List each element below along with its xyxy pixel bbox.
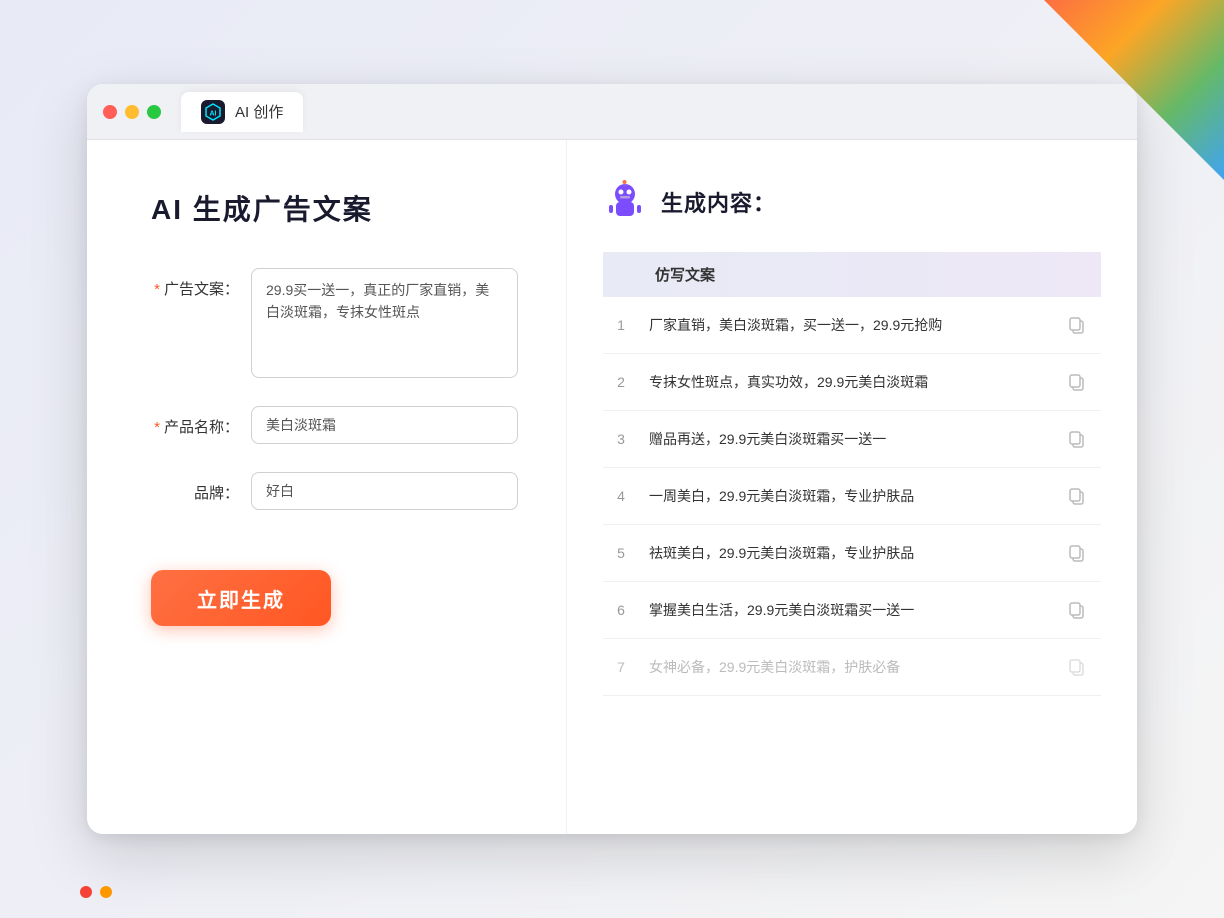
form-group-product-name: *产品名称： <box>151 406 518 444</box>
content-area: AI 生成广告文案 *广告文案： 29.9买一送一，真正的厂家直销，美白淡斑霜，… <box>87 140 1137 834</box>
required-star-ad-copy: * <box>154 281 160 298</box>
col-num-header <box>603 252 639 297</box>
copy-button[interactable] <box>1063 425 1091 453</box>
row-copy-text: 一周美白，29.9元美白淡斑霜，专业护肤品 <box>639 468 1053 525</box>
robot-icon <box>603 180 647 224</box>
label-brand: 品牌： <box>151 472 251 503</box>
table-row: 1 厂家直销，美白淡斑霜，买一送一，29.9元抢购 <box>603 297 1101 354</box>
page-title: AI 生成广告文案 <box>151 188 518 228</box>
svg-text:AI: AI <box>210 110 217 117</box>
right-title: 生成内容： <box>661 186 776 218</box>
row-copy-text: 祛斑美白，29.9元美白淡斑霜，专业护肤品 <box>639 525 1053 582</box>
table-row: 4 一周美白，29.9元美白淡斑霜，专业护肤品 <box>603 468 1101 525</box>
row-copy-text: 掌握美白生活，29.9元美白淡斑霜买一送一 <box>639 582 1053 639</box>
browser-tab[interactable]: AI AI 创作 <box>181 92 303 132</box>
generate-button[interactable]: 立即生成 <box>151 570 331 626</box>
copy-button[interactable] <box>1063 653 1091 681</box>
row-copy-text: 专抹女性斑点，真实功效，29.9元美白淡斑霜 <box>639 354 1053 411</box>
row-number: 2 <box>603 354 639 411</box>
copy-button[interactable] <box>1063 368 1091 396</box>
tab-title: AI 创作 <box>235 101 283 122</box>
row-number: 4 <box>603 468 639 525</box>
copy-button[interactable] <box>1063 311 1091 339</box>
input-product-name[interactable] <box>251 406 518 444</box>
label-ad-copy: *广告文案： <box>151 268 251 299</box>
browser-window: AI AI 创作 AI 生成广告文案 *广告文案： 29.9买一送一，真正的厂家… <box>87 84 1137 834</box>
copy-button[interactable] <box>1063 596 1091 624</box>
row-copy-text: 女神必备，29.9元美白淡斑霜，护肤必备 <box>639 639 1053 696</box>
col-action-header <box>1053 252 1101 297</box>
traffic-light-maximize[interactable] <box>147 105 161 119</box>
left-panel: AI 生成广告文案 *广告文案： 29.9买一送一，真正的厂家直销，美白淡斑霜，… <box>87 140 567 834</box>
row-copy-text: 厂家直销，美白淡斑霜，买一送一，29.9元抢购 <box>639 297 1053 354</box>
decor-dot-orange <box>100 886 112 898</box>
input-brand[interactable] <box>251 472 518 510</box>
row-copy-text: 赠品再送，29.9元美白淡斑霜买一送一 <box>639 411 1053 468</box>
title-bar: AI AI 创作 <box>87 84 1137 140</box>
row-number: 5 <box>603 525 639 582</box>
table-row: 6 掌握美白生活，29.9元美白淡斑霜买一送一 <box>603 582 1101 639</box>
row-number: 3 <box>603 411 639 468</box>
decor-dot-red <box>80 886 92 898</box>
required-star-product: * <box>154 419 160 436</box>
results-table-header: 仿写文案 <box>603 252 1101 297</box>
textarea-ad-copy[interactable]: 29.9买一送一，真正的厂家直销，美白淡斑霜，专抹女性斑点 <box>251 268 518 378</box>
copy-button[interactable] <box>1063 482 1091 510</box>
tab-icon: AI <box>201 100 225 124</box>
col-text-header: 仿写文案 <box>639 252 1053 297</box>
bg-decoration-bottom-left <box>80 886 112 898</box>
traffic-light-minimize[interactable] <box>125 105 139 119</box>
traffic-lights <box>103 105 161 119</box>
row-number: 7 <box>603 639 639 696</box>
row-number: 6 <box>603 582 639 639</box>
results-table: 仿写文案 1 厂家直销，美白淡斑霜，买一送一，29.9元抢购 2 专抹女性斑点，… <box>603 252 1101 696</box>
table-row: 2 专抹女性斑点，真实功效，29.9元美白淡斑霜 <box>603 354 1101 411</box>
right-panel: 生成内容： 仿写文案 1 厂家直销，美白淡斑霜，买一送一，29.9元抢购 <box>567 140 1137 834</box>
table-row: 7 女神必备，29.9元美白淡斑霜，护肤必备 <box>603 639 1101 696</box>
row-number: 1 <box>603 297 639 354</box>
table-row: 5 祛斑美白，29.9元美白淡斑霜，专业护肤品 <box>603 525 1101 582</box>
form-group-ad-copy: *广告文案： 29.9买一送一，真正的厂家直销，美白淡斑霜，专抹女性斑点 <box>151 268 518 378</box>
results-table-body: 1 厂家直销，美白淡斑霜，买一送一，29.9元抢购 2 专抹女性斑点，真实功效，… <box>603 297 1101 696</box>
table-row: 3 赠品再送，29.9元美白淡斑霜买一送一 <box>603 411 1101 468</box>
form-group-brand: 品牌： <box>151 472 518 510</box>
copy-button[interactable] <box>1063 539 1091 567</box>
right-header: 生成内容： <box>603 180 1101 224</box>
traffic-light-close[interactable] <box>103 105 117 119</box>
label-product-name: *产品名称： <box>151 406 251 437</box>
